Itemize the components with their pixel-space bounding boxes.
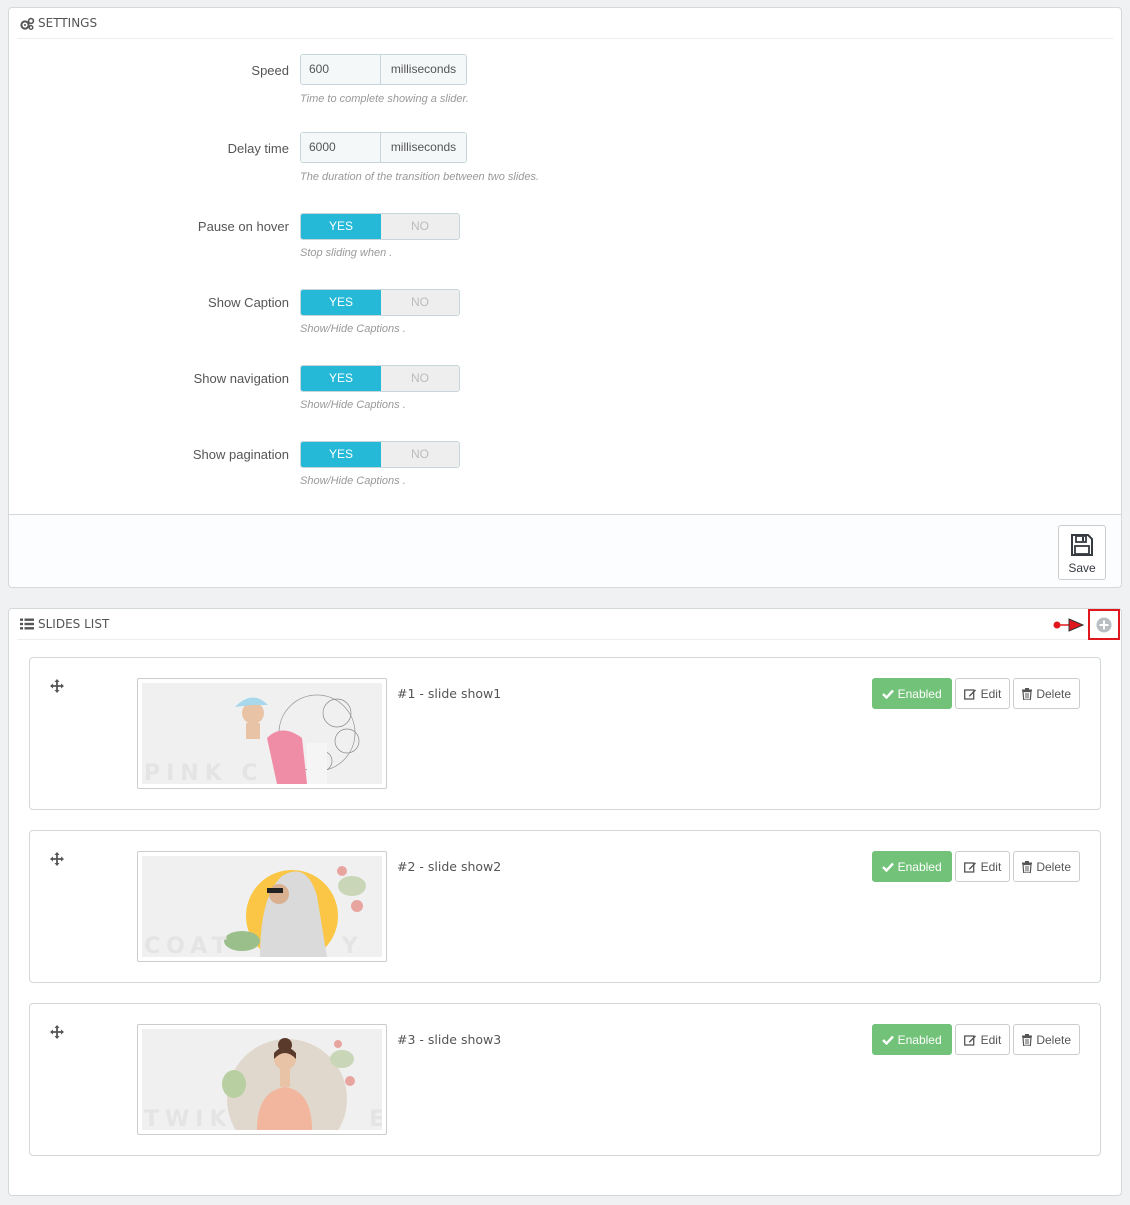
slide-thumbnail: TWIK E bbox=[137, 1024, 387, 1135]
slide-item: COAT Y #2 - slide show2 Enabled Edit Del… bbox=[29, 830, 1101, 983]
caption-yes-option[interactable]: YES bbox=[301, 290, 381, 315]
delay-unit: milliseconds bbox=[381, 133, 466, 162]
slides-title: SLIDES LIST bbox=[38, 617, 110, 631]
pause-help: Stop sliding when . bbox=[300, 247, 393, 259]
caption-label: Show Caption bbox=[208, 295, 289, 310]
pagination-label: Show pagination bbox=[192, 447, 289, 462]
navigation-label: Show navigation bbox=[193, 371, 289, 386]
pagination-yes-option[interactable]: YES bbox=[301, 442, 381, 467]
plus-circle-icon bbox=[1096, 617, 1112, 632]
enabled-toggle-button[interactable]: Enabled bbox=[871, 851, 952, 882]
navigation-help: Show/Hide Captions . bbox=[300, 399, 406, 411]
navigation-switch: YES NO bbox=[300, 365, 460, 392]
delay-input[interactable]: 6000 bbox=[301, 133, 381, 162]
speed-help: Time to complete showing a slider. bbox=[300, 93, 469, 105]
list-icon bbox=[19, 617, 35, 631]
pagination-help: Show/Hide Captions . bbox=[300, 475, 406, 487]
edit-button[interactable]: Edit bbox=[954, 678, 1011, 709]
enabled-label: Enabled bbox=[897, 1032, 942, 1047]
check-icon bbox=[881, 862, 894, 872]
slide-item: TWIK E #3 - slide show3 Enabled Edit Del… bbox=[29, 1003, 1101, 1156]
edit-icon bbox=[963, 1034, 976, 1046]
move-icon[interactable] bbox=[50, 1025, 64, 1039]
save-icon bbox=[1071, 534, 1093, 556]
edit-label: Edit bbox=[980, 859, 1002, 874]
pause-no-option[interactable]: NO bbox=[381, 214, 459, 239]
delete-label: Delete bbox=[1036, 1032, 1071, 1047]
caption-no-option[interactable]: NO bbox=[381, 290, 459, 315]
slide-title: #2 - slide show2 bbox=[397, 859, 502, 874]
pause-label: Pause on hover bbox=[197, 219, 289, 234]
slide-thumbnail: PINK C bbox=[137, 678, 387, 789]
arrow-annotation-icon bbox=[1053, 618, 1085, 632]
settings-title: SETTINGS bbox=[38, 16, 98, 30]
check-icon bbox=[881, 1035, 894, 1045]
settings-footer: Save bbox=[9, 514, 1121, 587]
delete-label: Delete bbox=[1036, 859, 1071, 874]
move-icon[interactable] bbox=[50, 852, 64, 866]
slides-panel: SLIDES LIST PINK C #1 - slide show1 Enab… bbox=[8, 608, 1122, 1196]
edit-icon bbox=[963, 861, 976, 873]
trash-icon bbox=[1022, 687, 1033, 700]
check-icon bbox=[881, 689, 894, 699]
delete-button[interactable]: Delete bbox=[1013, 851, 1080, 882]
enabled-toggle-button[interactable]: Enabled bbox=[871, 1024, 952, 1055]
navigation-yes-option[interactable]: YES bbox=[301, 366, 381, 391]
slide-item: PINK C #1 - slide show1 Enabled Edit Del… bbox=[29, 657, 1101, 810]
pagination-switch: YES NO bbox=[300, 441, 460, 468]
add-slide-button[interactable] bbox=[1088, 609, 1120, 640]
delete-label: Delete bbox=[1036, 686, 1071, 701]
settings-heading: SETTINGS bbox=[17, 8, 1113, 39]
thumbnail-watermark: PINK C bbox=[144, 761, 264, 784]
pause-switch: YES NO bbox=[300, 213, 460, 240]
thumbnail-watermark: TWIK E bbox=[144, 1107, 382, 1130]
save-button[interactable]: Save bbox=[1058, 525, 1106, 580]
edit-label: Edit bbox=[980, 1032, 1002, 1047]
cogs-icon bbox=[19, 16, 35, 30]
trash-icon bbox=[1022, 860, 1033, 873]
slides-heading: SLIDES LIST bbox=[17, 609, 1113, 640]
trash-icon bbox=[1022, 1033, 1033, 1046]
caption-switch: YES NO bbox=[300, 289, 460, 316]
speed-label: Speed bbox=[251, 63, 289, 78]
delete-button[interactable]: Delete bbox=[1013, 1024, 1080, 1055]
edit-button[interactable]: Edit bbox=[954, 851, 1011, 882]
pagination-no-option[interactable]: NO bbox=[381, 442, 459, 467]
delay-input-group: 6000 milliseconds bbox=[300, 132, 467, 163]
speed-unit: milliseconds bbox=[381, 55, 466, 84]
delay-label: Delay time bbox=[227, 141, 289, 156]
edit-button[interactable]: Edit bbox=[954, 1024, 1011, 1055]
settings-panel: SETTINGS Speed 600 milliseconds Time to … bbox=[8, 7, 1122, 588]
delay-help: The duration of the transition between t… bbox=[300, 171, 540, 183]
speed-input-group: 600 milliseconds bbox=[300, 54, 467, 85]
slide-title: #1 - slide show1 bbox=[397, 686, 502, 701]
save-label: Save bbox=[1068, 561, 1096, 575]
thumbnail-watermark: COAT Y bbox=[144, 934, 364, 957]
edit-label: Edit bbox=[980, 686, 1002, 701]
navigation-no-option[interactable]: NO bbox=[381, 366, 459, 391]
enabled-label: Enabled bbox=[897, 859, 942, 874]
enabled-label: Enabled bbox=[897, 686, 942, 701]
speed-input[interactable]: 600 bbox=[301, 55, 381, 84]
edit-icon bbox=[963, 688, 976, 700]
pause-yes-option[interactable]: YES bbox=[301, 214, 381, 239]
enabled-toggle-button[interactable]: Enabled bbox=[871, 678, 952, 709]
slide-thumbnail: COAT Y bbox=[137, 851, 387, 962]
delete-button[interactable]: Delete bbox=[1013, 678, 1080, 709]
move-icon[interactable] bbox=[50, 679, 64, 693]
slide-title: #3 - slide show3 bbox=[397, 1032, 502, 1047]
caption-help: Show/Hide Captions . bbox=[300, 323, 406, 335]
